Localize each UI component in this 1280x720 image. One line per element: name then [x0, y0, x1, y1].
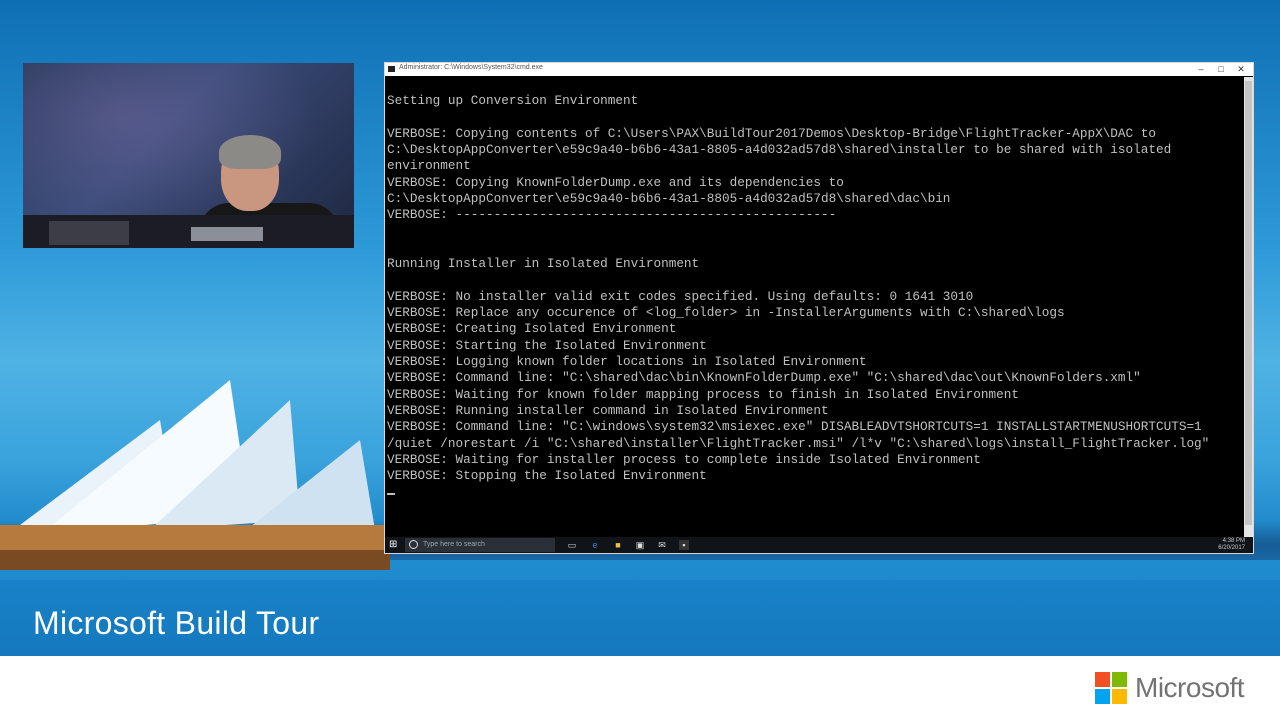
speaker-video — [23, 63, 354, 248]
tray-date: 6/20/2017 — [1218, 545, 1245, 551]
console-line: Setting up Conversion Environment — [387, 93, 639, 109]
maximize-button[interactable]: □ — [1211, 63, 1231, 76]
console-line: VERBOSE: Waiting for installer process t… — [387, 451, 981, 467]
console-line: VERBOSE: Replace any occurence of <log_f… — [387, 305, 1065, 321]
console-line: VERBOSE: Running installer command in Is… — [387, 402, 829, 418]
cmd-icon — [388, 66, 395, 72]
console-line: VERBOSE: Starting the Isolated Environme… — [387, 337, 707, 353]
console-line: VERBOSE: Command line: "C:\windows\syste… — [387, 419, 1202, 435]
scrollbar-thumb[interactable] — [1245, 81, 1252, 525]
console-line: environment — [387, 158, 471, 174]
microsoft-wordmark: Microsoft — [1135, 672, 1245, 703]
console-line: VERBOSE: Stopping the Isolated Environme… — [387, 468, 707, 484]
opera-house-graphic — [0, 380, 390, 570]
console-line: VERBOSE: Command line: "C:\shared\dac\bi… — [387, 370, 1141, 386]
console-line: VERBOSE: Waiting for known folder mappin… — [387, 386, 1019, 402]
logo-square-yellow — [1112, 689, 1127, 704]
cmd-taskbar-icon[interactable]: ▪ — [679, 540, 689, 550]
console-window[interactable]: Administrator: C:\Windows\System32\cmd.e… — [384, 62, 1254, 554]
console-line: Running Installer in Isolated Environmen… — [387, 256, 700, 272]
console-scrollbar[interactable] — [1244, 77, 1253, 539]
text-cursor — [387, 493, 395, 496]
console-prompt-line[interactable] — [386, 484, 1242, 500]
console-line: VERBOSE: No installer valid exit codes s… — [387, 288, 974, 304]
store-icon[interactable]: ▣ — [635, 540, 645, 550]
minimize-button[interactable]: – — [1191, 63, 1211, 76]
logo-square-red — [1095, 672, 1110, 687]
console-titlebar[interactable]: Administrator: C:\Windows\System32\cmd.e… — [385, 63, 1253, 76]
console-line: /quiet /norestart /i "C:\shared\installe… — [387, 435, 1210, 451]
system-tray-clock[interactable]: 4:38 PM 6/20/2017 — [1218, 538, 1245, 552]
microsoft-logo-icon — [1095, 672, 1127, 704]
console-line: VERBOSE: Creating Isolated Environment — [387, 321, 677, 337]
console-line: VERBOSE: Copying contents of C:\Users\PA… — [387, 125, 1156, 141]
console-output[interactable]: Setting up Conversion Environment VERBOS… — [386, 77, 1242, 537]
windows-taskbar: ⊞ Type here to search ▭ e ■ ▣ ✉ ▪ 4:38 P… — [385, 537, 1253, 553]
console-line: C:\DesktopAppConverter\e59c9a40-b6b6-43a… — [387, 191, 951, 207]
windows-start-icon[interactable]: ⊞ — [389, 540, 397, 550]
file-explorer-icon[interactable]: ■ — [613, 540, 623, 550]
laptop — [49, 221, 129, 245]
search-icon — [409, 540, 418, 549]
console-line: VERBOSE: -------------------------------… — [387, 207, 837, 223]
equipment-stand — [191, 227, 263, 241]
event-title: Microsoft Build Tour — [33, 605, 320, 641]
edge-browser-icon[interactable]: e — [590, 540, 600, 550]
console-line: C:\DesktopAppConverter\e59c9a40-b6b6-43a… — [387, 142, 1172, 158]
close-button[interactable]: ✕ — [1231, 63, 1251, 76]
logo-square-blue — [1095, 689, 1110, 704]
speaker-hair — [219, 135, 281, 169]
mail-icon[interactable]: ✉ — [657, 540, 667, 550]
console-window-title: Administrator: C:\Windows\System32\cmd.e… — [399, 64, 543, 71]
console-line: VERBOSE: Logging known folder locations … — [387, 354, 867, 370]
brand-footer — [0, 656, 1280, 720]
tray-time: 4:38 PM — [1222, 538, 1245, 544]
logo-square-green — [1112, 672, 1127, 687]
taskbar-search-box[interactable]: Type here to search — [405, 538, 555, 552]
task-view-icon[interactable]: ▭ — [567, 540, 577, 550]
console-line: VERBOSE: Copying KnownFolderDump.exe and… — [387, 174, 844, 190]
opera-podium — [0, 550, 390, 570]
